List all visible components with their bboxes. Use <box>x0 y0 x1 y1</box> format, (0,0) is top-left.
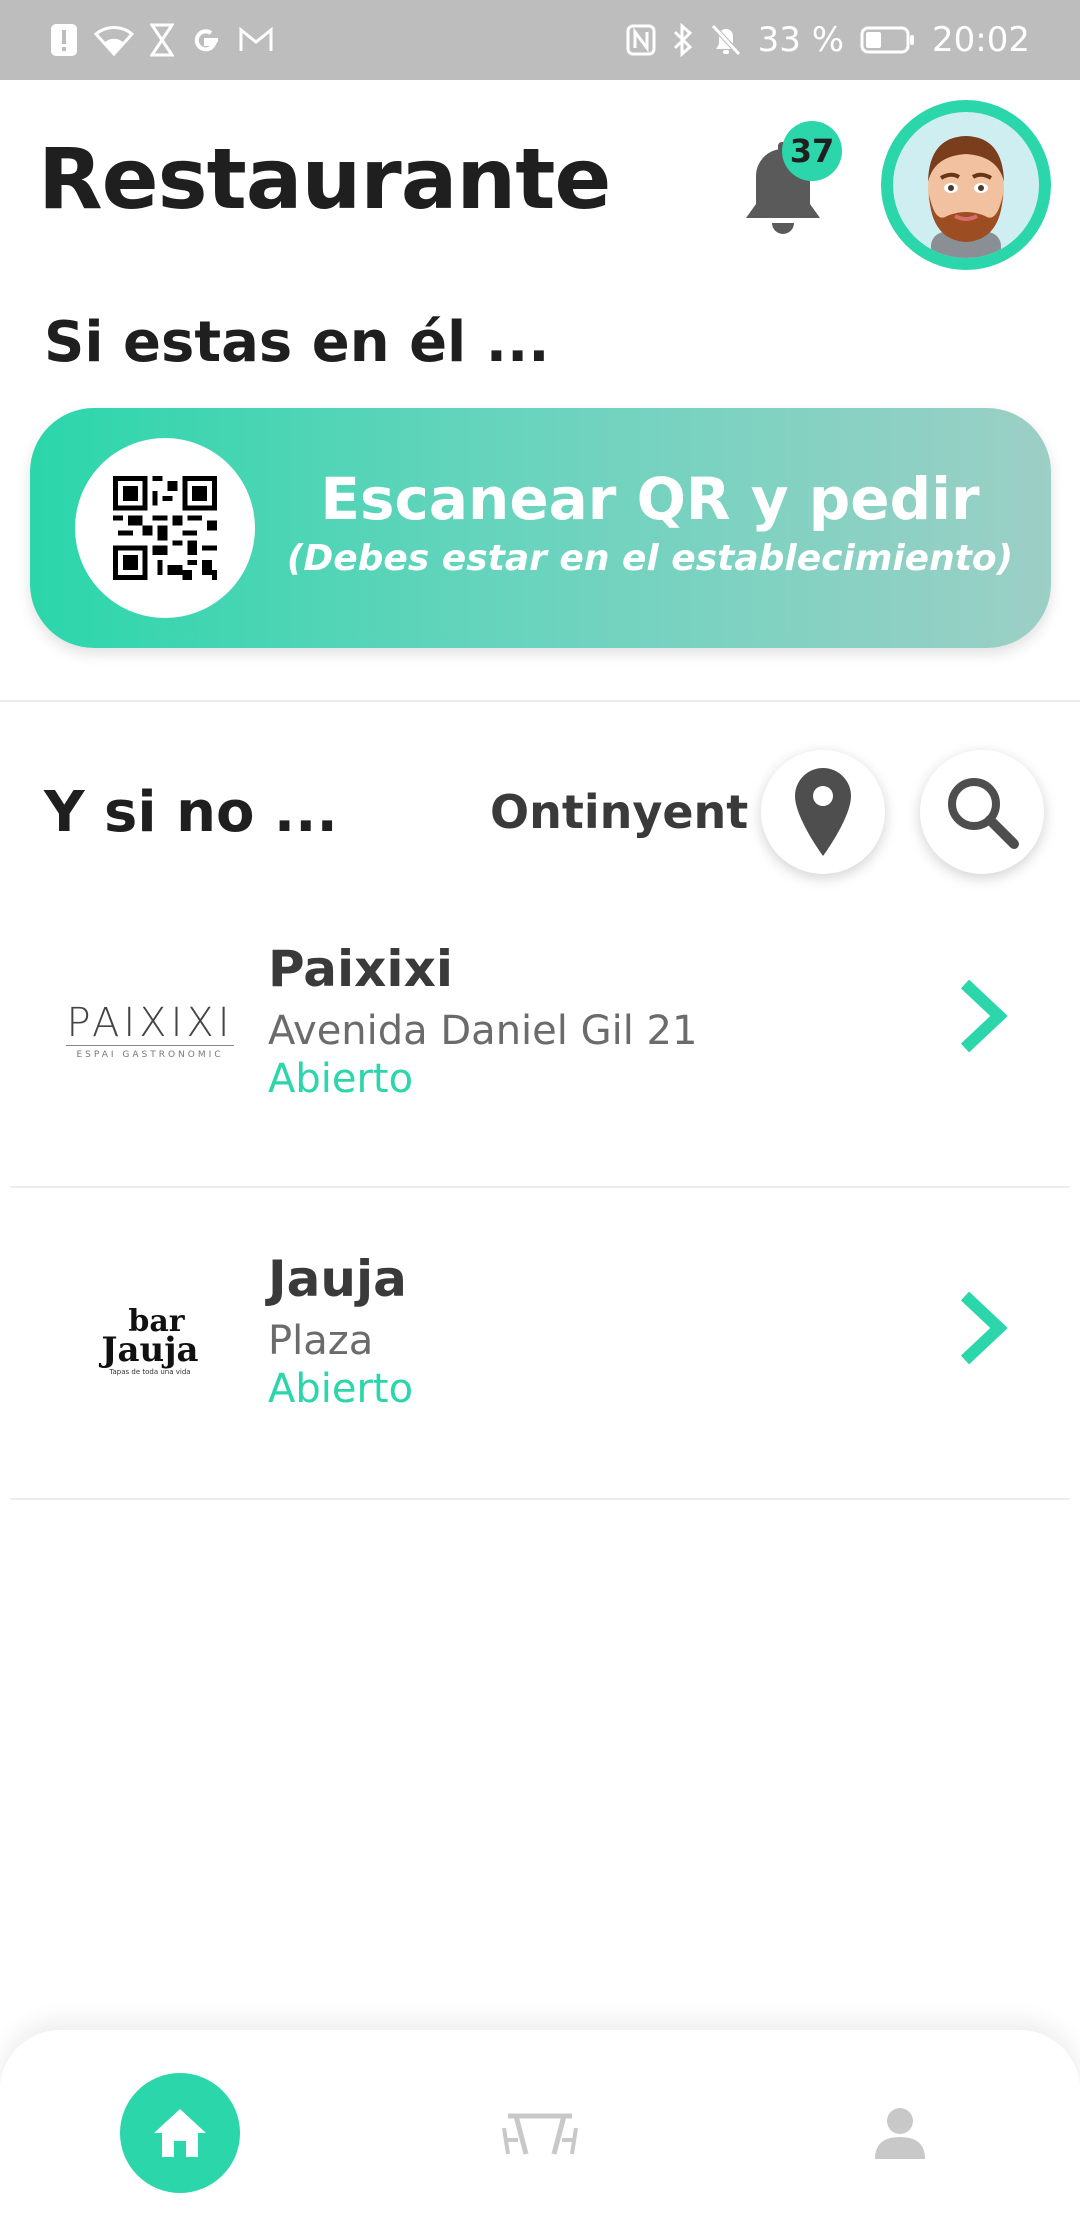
nav-tables-button[interactable] <box>500 2098 580 2168</box>
restaurant-name: Jauja <box>268 1250 407 1308</box>
restaurant-address: Avenida Daniel Gil 21 <box>268 1008 698 1054</box>
home-icon <box>154 2109 206 2157</box>
status-bar-right: 33 % 20:02 <box>626 20 1030 60</box>
restaurant-logo-paixixi: PAIXIXI ESPAI GASTRONOMIC <box>45 970 255 1090</box>
tables-icon <box>502 2113 578 2155</box>
avatar[interactable] <box>881 100 1051 270</box>
scan-button-title: Escanear QR y pedir <box>320 465 980 533</box>
row-divider <box>10 1186 1070 1188</box>
battery-percentage: 33 % <box>757 20 845 60</box>
jauja-logo-mark: bar Jauja Tapas de toda una vida <box>101 1307 199 1376</box>
muted-bell-icon <box>710 23 742 57</box>
bottom-navigation <box>0 2030 1080 2240</box>
gmail-icon <box>238 26 274 54</box>
clock: 20:02 <box>932 20 1030 60</box>
battery-icon <box>860 25 916 55</box>
status-bar-left <box>50 23 274 57</box>
paixixi-logo-mark: PAIXIXI ESPAI GASTRONOMIC <box>66 999 234 1060</box>
chevron-right-icon <box>960 979 1008 1053</box>
jauja-logo-main: Jauja <box>101 1330 199 1371</box>
chevron-right-icon <box>960 1291 1008 1365</box>
list-section-heading: Y si no ... <box>44 780 338 845</box>
avatar-image <box>893 112 1039 258</box>
nav-profile-button[interactable] <box>860 2098 940 2168</box>
nav-home-button[interactable] <box>120 2073 240 2193</box>
qr-badge <box>75 438 255 618</box>
restaurant-row-jauja[interactable]: bar Jauja Tapas de toda una vida Jauja P… <box>0 1202 1080 1502</box>
notification-badge: 37 <box>782 121 842 181</box>
paixixi-logo-subtext: ESPAI GASTRONOMIC <box>76 1049 224 1060</box>
scan-section-heading: Si estas en él ... <box>44 310 550 375</box>
restaurant-logo-jauja: bar Jauja Tapas de toda una vida <box>45 1282 255 1402</box>
qr-code-icon <box>113 476 217 580</box>
nfc-icon <box>626 24 656 56</box>
alert-icon <box>50 23 78 57</box>
google-icon <box>190 24 222 56</box>
restaurant-address: Plaza <box>268 1318 374 1364</box>
section-divider <box>0 700 1080 702</box>
search-button[interactable] <box>920 750 1044 874</box>
status-bar: 33 % 20:02 <box>0 0 1080 80</box>
page-title: Restaurante <box>38 130 611 228</box>
restaurant-row-paixixi[interactable]: PAIXIXI ESPAI GASTRONOMIC Paixixi Avenid… <box>0 890 1080 1190</box>
hourglass-icon <box>150 23 174 57</box>
search-icon <box>948 778 1019 849</box>
location-button[interactable] <box>761 750 885 874</box>
jauja-logo-subtext: Tapas de toda una vida <box>109 1367 191 1376</box>
user-icon <box>875 2108 925 2159</box>
location-pin-icon <box>795 768 851 856</box>
bluetooth-icon <box>672 23 694 57</box>
scan-qr-button[interactable]: Escanear QR y pedir (Debes estar en el e… <box>30 408 1051 648</box>
scan-text: Escanear QR y pedir (Debes estar en el e… <box>270 465 1030 579</box>
restaurant-name: Paixixi <box>268 940 453 998</box>
row-divider <box>10 1498 1070 1500</box>
city-label[interactable]: Ontinyent <box>490 785 748 839</box>
restaurant-status: Abierto <box>268 1366 414 1412</box>
paixixi-logo-text: PAIXIXI <box>66 999 234 1046</box>
memoji-avatar-icon <box>928 136 1004 258</box>
scan-button-subtitle: (Debes estar en el establecimiento) <box>286 537 1014 579</box>
wifi-icon <box>94 24 134 56</box>
restaurant-status: Abierto <box>268 1056 414 1102</box>
